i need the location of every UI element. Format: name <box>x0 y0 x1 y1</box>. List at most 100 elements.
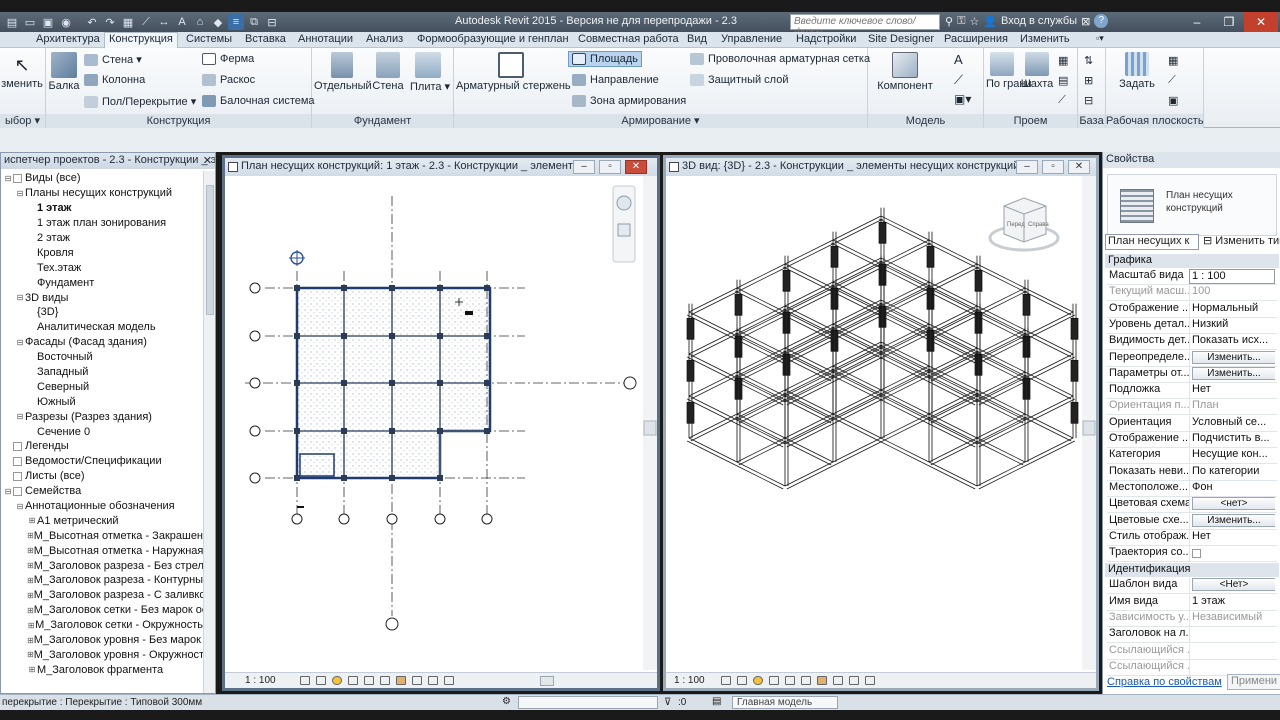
browser-item[interactable]: ⊞ М_Заголовок сетки - Без марок оси <box>1 603 203 618</box>
property-value[interactable] <box>1189 627 1275 643</box>
search-icon[interactable]: ⚲ <box>945 15 953 28</box>
property-row[interactable]: Ориентация Условный се... <box>1107 415 1277 432</box>
property-edit-button[interactable]: <нет> <box>1192 497 1275 511</box>
property-value[interactable]: Подчистить в... <box>1189 432 1275 447</box>
3d-sun-path-icon[interactable] <box>752 676 763 685</box>
ref-plane-wp-icon[interactable]: ⟋ <box>1168 74 1176 87</box>
restore-button[interactable]: ❐ <box>1212 12 1246 32</box>
modify-button[interactable]: ↖ зменить <box>0 54 44 90</box>
3d-view-window[interactable]: 3D вид: {3D} - 2.3 - Конструкции _ элеме… <box>663 155 1099 691</box>
ref-plane-icon[interactable]: ⊟ <box>1084 94 1093 107</box>
wall-button[interactable]: Стена ▾ <box>84 53 142 66</box>
help-link[interactable]: Справка по свойствам <box>1107 676 1222 688</box>
measure-icon[interactable]: ⟋ <box>138 14 154 30</box>
sun-path-icon[interactable] <box>331 676 342 685</box>
property-row[interactable]: Параметры от... Изменить... <box>1107 366 1277 383</box>
property-edit-button[interactable]: Изменить... <box>1192 350 1275 364</box>
wall-foundation-button[interactable]: Стена <box>370 52 406 92</box>
browser-item[interactable]: ⊟ Фасады (Фасад здания) <box>1 335 203 350</box>
browser-item[interactable]: ⊟ Разрезы (Разрез здания) <box>1 409 203 424</box>
tab-architecture[interactable]: Архитектура <box>36 33 100 45</box>
property-row[interactable]: Переопределе... Изменить... <box>1107 350 1277 367</box>
close-icon[interactable]: ✕ <box>203 154 212 167</box>
collapse-icon[interactable]: ⊟ <box>15 189 25 198</box>
tab-modify[interactable]: Изменить <box>1020 33 1070 45</box>
crop-view-icon[interactable] <box>363 676 374 685</box>
property-row[interactable]: Уровень детал... Низкий <box>1107 317 1277 334</box>
viewer-icon[interactable]: ▣ <box>1168 94 1178 107</box>
browser-item[interactable]: ⊞ М_Высотная отметка - Наружная, с <box>1 543 203 558</box>
browser-item[interactable]: ⊞ М_Заголовок фрагмента <box>1 662 203 677</box>
property-row[interactable]: Ссылающийся ... <box>1107 643 1277 660</box>
plan-scale[interactable]: 1 : 100 <box>245 675 276 686</box>
tab-systems[interactable]: Системы <box>186 33 232 45</box>
tab-collaborate[interactable]: Совместная работа <box>578 33 679 45</box>
close-button[interactable]: ✕ <box>1244 12 1278 32</box>
search-input[interactable]: Введите ключевое слово/фразу <box>790 14 940 38</box>
elevation-marker[interactable] <box>623 376 637 390</box>
property-value[interactable]: Несущие кон... <box>1189 448 1275 464</box>
save-icon[interactable]: ▣ <box>40 14 56 30</box>
viewcube-right[interactable]: Справа <box>1028 222 1049 228</box>
expand-icon[interactable]: ⊞ <box>27 516 37 525</box>
property-row[interactable]: Категория Несущие кон... <box>1107 448 1277 465</box>
property-row[interactable]: Подложка Нет <box>1107 383 1277 400</box>
browser-item[interactable]: {3D} <box>1 305 203 320</box>
star-icon[interactable]: ☆ <box>969 15 979 28</box>
property-row[interactable]: Видимость дет... Показать исх... <box>1107 334 1277 351</box>
beam-system-button[interactable]: Балочная система <box>202 95 315 107</box>
browser-item[interactable]: ⊞ М_Заголовок разреза - С заливкой <box>1 588 203 603</box>
analytical-model-icon[interactable] <box>427 676 438 685</box>
collapse-icon[interactable]: ⊟ <box>15 412 25 421</box>
column-button[interactable]: Колонна <box>84 74 145 86</box>
tab-analyze[interactable]: Анализ <box>366 33 403 45</box>
browser-item[interactable]: Ведомости/Спецификации <box>1 454 203 469</box>
expand-icon[interactable]: ⊞ <box>27 531 34 540</box>
plan-view-window[interactable]: План несущих конструкций: 1 этаж - 2.3 -… <box>222 155 660 691</box>
select-panel-label[interactable]: ыбор ▾ <box>0 114 45 128</box>
expand-icon[interactable]: ⊞ <box>27 665 37 674</box>
show-crop-icon[interactable] <box>379 676 390 685</box>
view-minimize-button[interactable]: – <box>573 160 595 174</box>
property-value[interactable]: 1 этаж <box>1189 594 1275 610</box>
browser-item[interactable]: ⊟ Планы несущих конструкций <box>1 186 203 201</box>
3d-lock-icon[interactable] <box>864 676 875 685</box>
help-icon[interactable]: ? <box>1094 14 1109 28</box>
property-row[interactable]: Отображение ... Подчистить в... <box>1107 432 1277 448</box>
expand-icon[interactable]: ⊞ <box>27 636 34 645</box>
3d-canvas[interactable]: Перед Справа <box>666 176 1096 670</box>
viewcube[interactable]: Перед Справа <box>988 197 1060 252</box>
fabric-sheet-button[interactable]: Проволочная арматурная сетка <box>690 53 870 65</box>
property-row[interactable]: Местоположе... Фон <box>1107 480 1277 497</box>
browser-item[interactable]: ⊞ М_Высотная отметка - Закрашенно <box>1 528 203 543</box>
property-edit-button[interactable]: Изменить... <box>1192 513 1275 527</box>
expand-icon[interactable]: ⊞ <box>27 546 34 555</box>
property-value[interactable]: Условный се... <box>1189 415 1275 431</box>
3d-close-button[interactable]: ✕ <box>1068 160 1090 174</box>
browser-item[interactable]: ⊟ Аннотационные обозначения <box>1 499 203 514</box>
collapse-icon[interactable]: ⊟ <box>15 338 25 347</box>
app-menu-icon[interactable]: ▤ <box>4 14 20 30</box>
3d-scale[interactable]: 1 : 100 <box>674 675 705 686</box>
sync-icon[interactable]: ◉ <box>58 14 74 30</box>
browser-item[interactable]: ⊞ М_Заголовок уровня - Окружность <box>1 648 203 663</box>
expand-icon[interactable]: ⊞ <box>27 591 34 600</box>
level-icon[interactable]: ⇅ <box>1084 54 1093 67</box>
structure-panel-label[interactable]: Конструкция <box>46 114 311 128</box>
property-row[interactable]: Ориентация п... План <box>1107 399 1277 416</box>
navigation-bar[interactable] <box>612 185 636 263</box>
tab-insert[interactable]: Вставка <box>245 33 286 45</box>
dimension-icon[interactable]: ↔ <box>156 14 172 30</box>
ribbon-minimize-icon[interactable]: ▫▾ <box>1096 33 1104 44</box>
truss-button[interactable]: Ферма <box>202 53 254 65</box>
browser-item[interactable]: Западный <box>1 365 203 380</box>
tab-extensions[interactable]: Расширения <box>944 33 1008 45</box>
datum-panel-label[interactable]: База <box>1078 114 1105 128</box>
reveal-hidden-icon[interactable] <box>411 676 422 685</box>
property-row[interactable]: Цветовые схе... Изменить... <box>1107 513 1277 530</box>
property-checkbox[interactable] <box>1192 549 1201 559</box>
constraints-icon[interactable] <box>443 676 454 685</box>
floor-button[interactable]: Пол/Перекрытие ▾ <box>84 95 196 108</box>
browser-item[interactable]: Легенды <box>1 439 203 454</box>
expand-icon[interactable]: ⊞ <box>27 621 35 630</box>
